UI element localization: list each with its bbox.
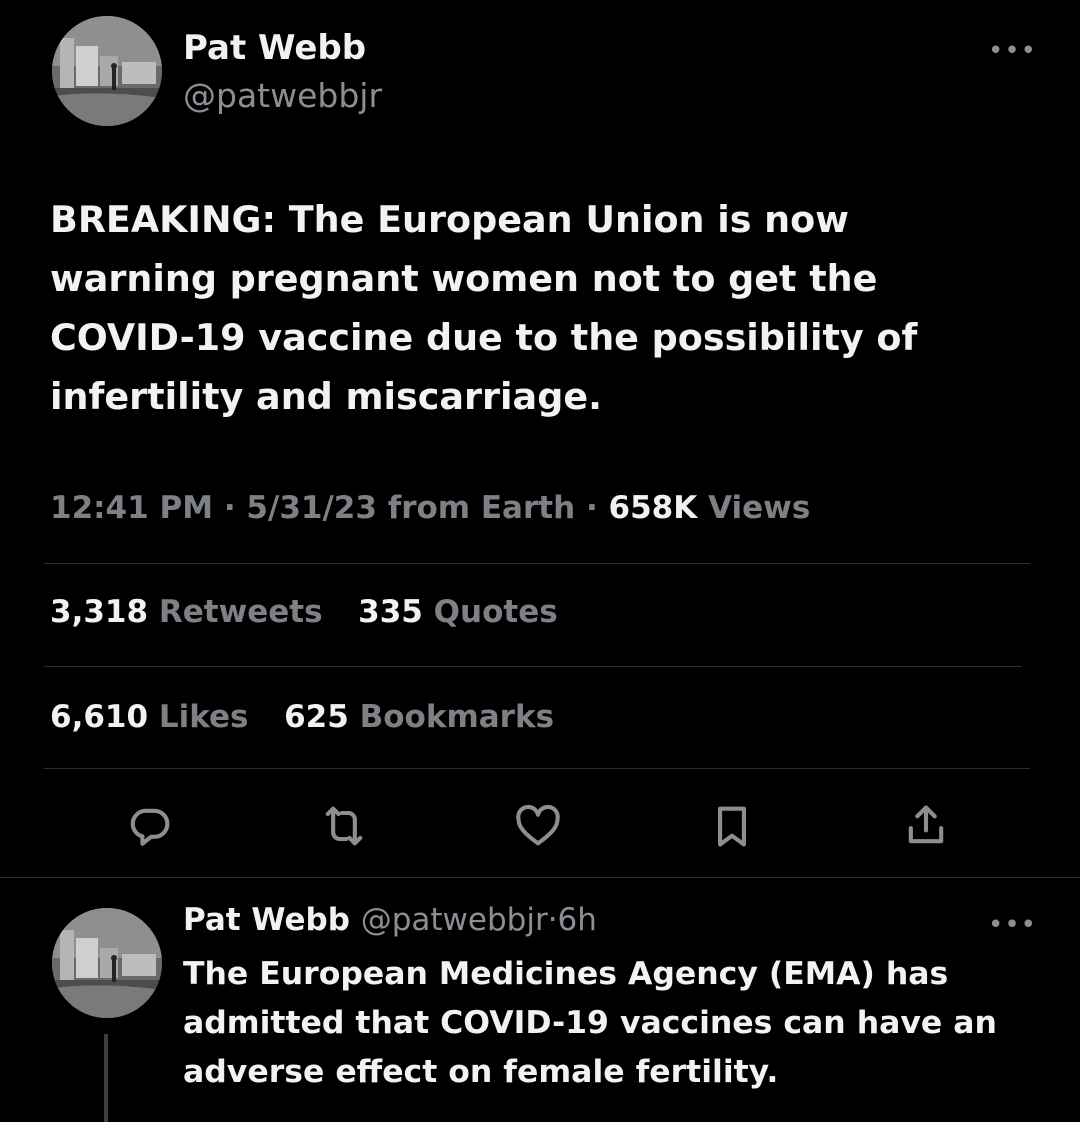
reply-author-name[interactable]: Pat Webb [183,902,350,938]
tweet-meta: 12:41 PM · 5/31/23 from Earth · 658K Vie… [50,490,810,526]
bookmark-icon [718,806,746,847]
reply-separator: · [547,902,558,938]
retweets-label: Retweets [158,594,323,630]
quotes-count: 335 [358,594,423,630]
divider [44,666,1022,667]
bookmarks-stat[interactable]: 625 Bookmarks [284,699,554,735]
avatar-photo-icon [52,908,162,1018]
reply-button[interactable] [124,800,176,852]
retweet-button[interactable] [318,800,370,852]
reply-author-handle[interactable]: @patwebbjr [361,902,548,938]
share-button[interactable] [900,800,952,852]
meta-separator: · [223,490,236,526]
like-icon [516,804,560,846]
views-label: Views [708,490,811,526]
quotes-stat[interactable]: 335 Quotes [358,594,558,630]
bookmarks-label: Bookmarks [359,699,555,735]
retweet-icon [325,806,363,846]
bookmark-button[interactable] [706,800,758,852]
stats-row-likes: 6,610 Likes 625 Bookmarks [50,699,554,735]
bookmarks-count: 625 [284,699,349,735]
quotes-label: Quotes [433,594,558,630]
views-count: 658K [608,490,698,526]
share-icon [908,805,944,844]
author-handle[interactable]: @patwebbjr [183,76,382,115]
author-name[interactable]: Pat Webb [183,28,366,68]
likes-label: Likes [158,699,249,735]
retweets-stat[interactable]: 3,318 Retweets [50,594,333,630]
divider [0,877,1080,878]
reply-author-avatar[interactable] [52,908,162,1018]
like-button[interactable] [512,800,564,852]
stats-row-retweets: 3,318 Retweets 335 Quotes [50,594,558,630]
avatar-photo-icon [52,16,162,126]
likes-stat[interactable]: 6,610 Likes [50,699,259,735]
reply-header: Pat Webb @patwebbjr·6h [183,902,597,938]
tweet-time[interactable]: 12:41 PM [50,490,213,526]
divider [44,768,1030,769]
reply-icon [130,808,170,846]
author-avatar[interactable] [52,16,162,126]
retweets-count: 3,318 [50,594,149,630]
tweet-text: BREAKING: The European Union is now warn… [50,198,918,418]
reply-more-options-icon[interactable]: ••• [988,912,1037,938]
likes-count: 6,610 [50,699,149,735]
divider [44,563,1030,564]
thread-connector-line [104,1034,108,1122]
tweet-date[interactable]: 5/31/23 [246,490,377,526]
reply-age[interactable]: 6h [558,902,597,938]
more-options-icon[interactable]: ••• [988,38,1037,64]
reply-text: The European Medicines Agency (EMA) has … [183,956,997,1090]
tweet-source: from Earth [387,490,576,526]
meta-separator: · [585,490,598,526]
tweet-detail-page: Pat Webb @patwebbjr ••• BREAKING: The Eu… [0,0,1080,1122]
